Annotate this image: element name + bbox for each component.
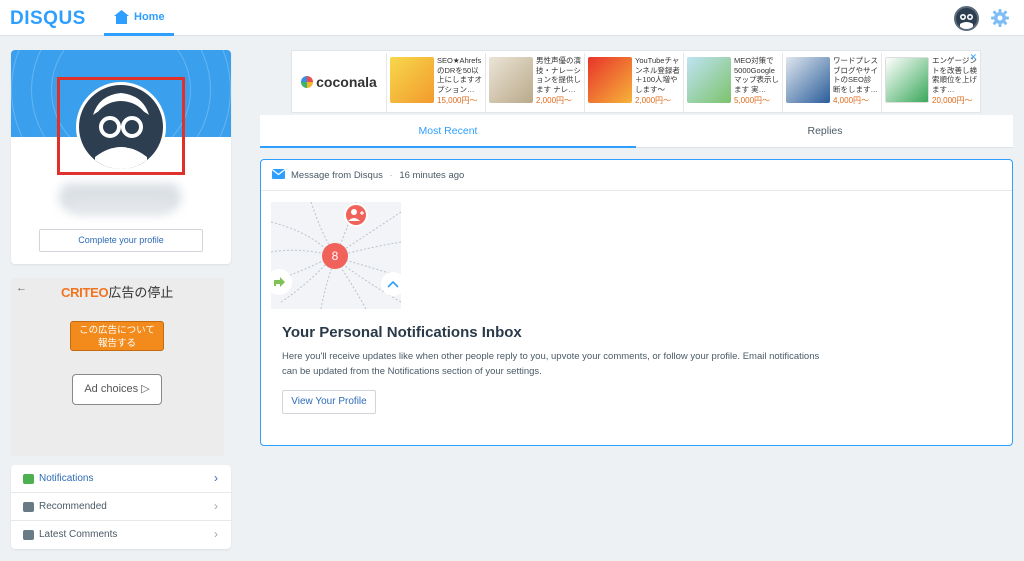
disqus-logo[interactable]: DISQUS: [10, 8, 86, 30]
criteo-title-text: 広告の停止: [108, 285, 174, 300]
sidebar-item-notifications[interactable]: Notifications ›: [11, 465, 231, 493]
notifications-illustration-graphic: 8: [271, 202, 401, 309]
ad-close-icon[interactable]: ✕: [969, 52, 977, 63]
notifications-illustration: 8: [271, 202, 401, 309]
ad-thumbnail: [885, 57, 929, 103]
ad-thumbnail: [687, 57, 731, 103]
criteo-ad-panel: ← CRITEO広告の停止 この広告について 報告する Ad choices ▷: [11, 278, 224, 456]
ad-item-price: 15,000円〜: [437, 96, 478, 105]
notification-message-card: Message from Disqus · 16 minutes ago 8 Y…: [260, 159, 1013, 446]
ad-thumbnail: [390, 57, 434, 103]
sidebar-item-label: Latest Comments: [39, 529, 118, 540]
message-meta: Message from Disqus · 16 minutes ago: [291, 170, 464, 181]
avatar-face-icon: [960, 14, 973, 29]
message-title: Your Personal Notifications Inbox: [282, 324, 522, 341]
chevron-right-icon: ›: [214, 527, 218, 541]
report-ad-button[interactable]: この広告について 報告する: [70, 321, 164, 351]
notification-count-badge: 8: [332, 249, 339, 263]
ad-thumbnail: [588, 57, 632, 103]
tab-replies[interactable]: Replies: [637, 115, 1013, 148]
message-time: 16 minutes ago: [399, 170, 465, 181]
complete-profile-button[interactable]: Complete your profile: [39, 229, 203, 252]
chevron-right-icon: ›: [214, 471, 218, 485]
ad-item[interactable]: エンゲージントを改善し検索順位を上げます… 20,000円〜: [881, 53, 977, 112]
nav-home-tab[interactable]: Home: [104, 0, 174, 36]
ad-thumbnail: [786, 57, 830, 103]
ad-item-text: YouTubeチャンネル登録者＋100人増やします～: [635, 56, 680, 94]
sidebar-item-label: Recommended: [39, 501, 107, 512]
ad-item-text: 男性声優の演技・ナレーションを提供します ナレ…: [536, 56, 581, 94]
coconala-brand-text: coconala: [316, 73, 377, 90]
ad-item[interactable]: YouTubeチャンネル登録者＋100人増やします～ 2,000円〜: [584, 53, 680, 112]
ad-thumbnail: [489, 57, 533, 103]
ad-item-text: MEO対策で5000Googleマップ表示します 実…: [734, 56, 779, 94]
blurred-handle: [71, 200, 169, 214]
message-header: Message from Disqus · 16 minutes ago: [261, 160, 1012, 191]
report-ad-line2: 報告する: [97, 338, 136, 349]
criteo-title: CRITEO広告の停止: [61, 282, 173, 301]
coconala-mark-icon: [301, 75, 314, 88]
coconala-logo[interactable]: coconala: [292, 51, 386, 112]
ad-item[interactable]: SEO★Ahrefs のDRを50以上にしますオプション… 15,000円〜: [386, 53, 482, 112]
ad-item-price: 4,000円〜: [833, 96, 870, 105]
view-profile-button[interactable]: View Your Profile: [282, 390, 376, 414]
report-ad-line1: この広告について: [79, 325, 155, 336]
ad-item-text: ワードプレスブログやサイトのSEO診断をします…: [833, 56, 878, 94]
chevron-right-icon: ›: [214, 499, 218, 513]
message-body: Here you'll receive updates like when ot…: [282, 351, 820, 377]
settings-gear-icon[interactable]: [991, 9, 1009, 27]
message-from: Message from Disqus: [291, 170, 383, 181]
feed-tabs: Most Recent Replies: [260, 115, 1013, 148]
envelope-icon: [272, 169, 285, 179]
notifications-icon: [23, 474, 34, 484]
sidebar-item-recommended[interactable]: Recommended ›: [11, 493, 231, 521]
ad-item[interactable]: MEO対策で5000Googleマップ表示します 実… 5,000円〜: [683, 53, 779, 112]
ad-item-price: 2,000円〜: [536, 96, 573, 105]
tab-most-recent[interactable]: Most Recent: [260, 115, 636, 148]
profile-card: Complete your profile: [11, 50, 231, 264]
coconala-ad-banner[interactable]: coconala SEO★Ahrefs のDRを50以上にしますオプション… 1…: [291, 50, 981, 113]
ad-item-price: 5,000円〜: [734, 96, 771, 105]
avatar-highlight-box: [57, 77, 185, 175]
top-navigation: DISQUS Home: [0, 0, 1024, 36]
meta-separator: ·: [389, 170, 393, 181]
ad-item[interactable]: 男性声優の演技・ナレーションを提供します ナレ… 2,000円〜: [485, 53, 581, 112]
ad-back-arrow-icon[interactable]: ←: [16, 282, 27, 294]
heart-icon: [23, 502, 34, 512]
ad-item-price: 20,000円〜: [932, 96, 973, 105]
ad-item-text: SEO★Ahrefs のDRを50以上にしますオプション…: [437, 56, 482, 94]
sidebar-item-latest-comments[interactable]: Latest Comments ›: [11, 521, 231, 549]
criteo-logo: CRITEO: [61, 285, 109, 300]
home-icon: [114, 10, 129, 24]
sidebar-menu: Notifications › Recommended › Latest Com…: [11, 465, 231, 549]
ad-item[interactable]: ワードプレスブログやサイトのSEO診断をします… 4,000円〜: [782, 53, 878, 112]
nav-home-label: Home: [134, 11, 165, 23]
user-avatar[interactable]: [954, 6, 979, 31]
comment-icon: [23, 530, 34, 540]
ad-item-price: 2,000円〜: [635, 96, 672, 105]
sidebar-item-label: Notifications: [39, 473, 94, 484]
ad-choices-button[interactable]: Ad choices ▷: [72, 374, 162, 405]
